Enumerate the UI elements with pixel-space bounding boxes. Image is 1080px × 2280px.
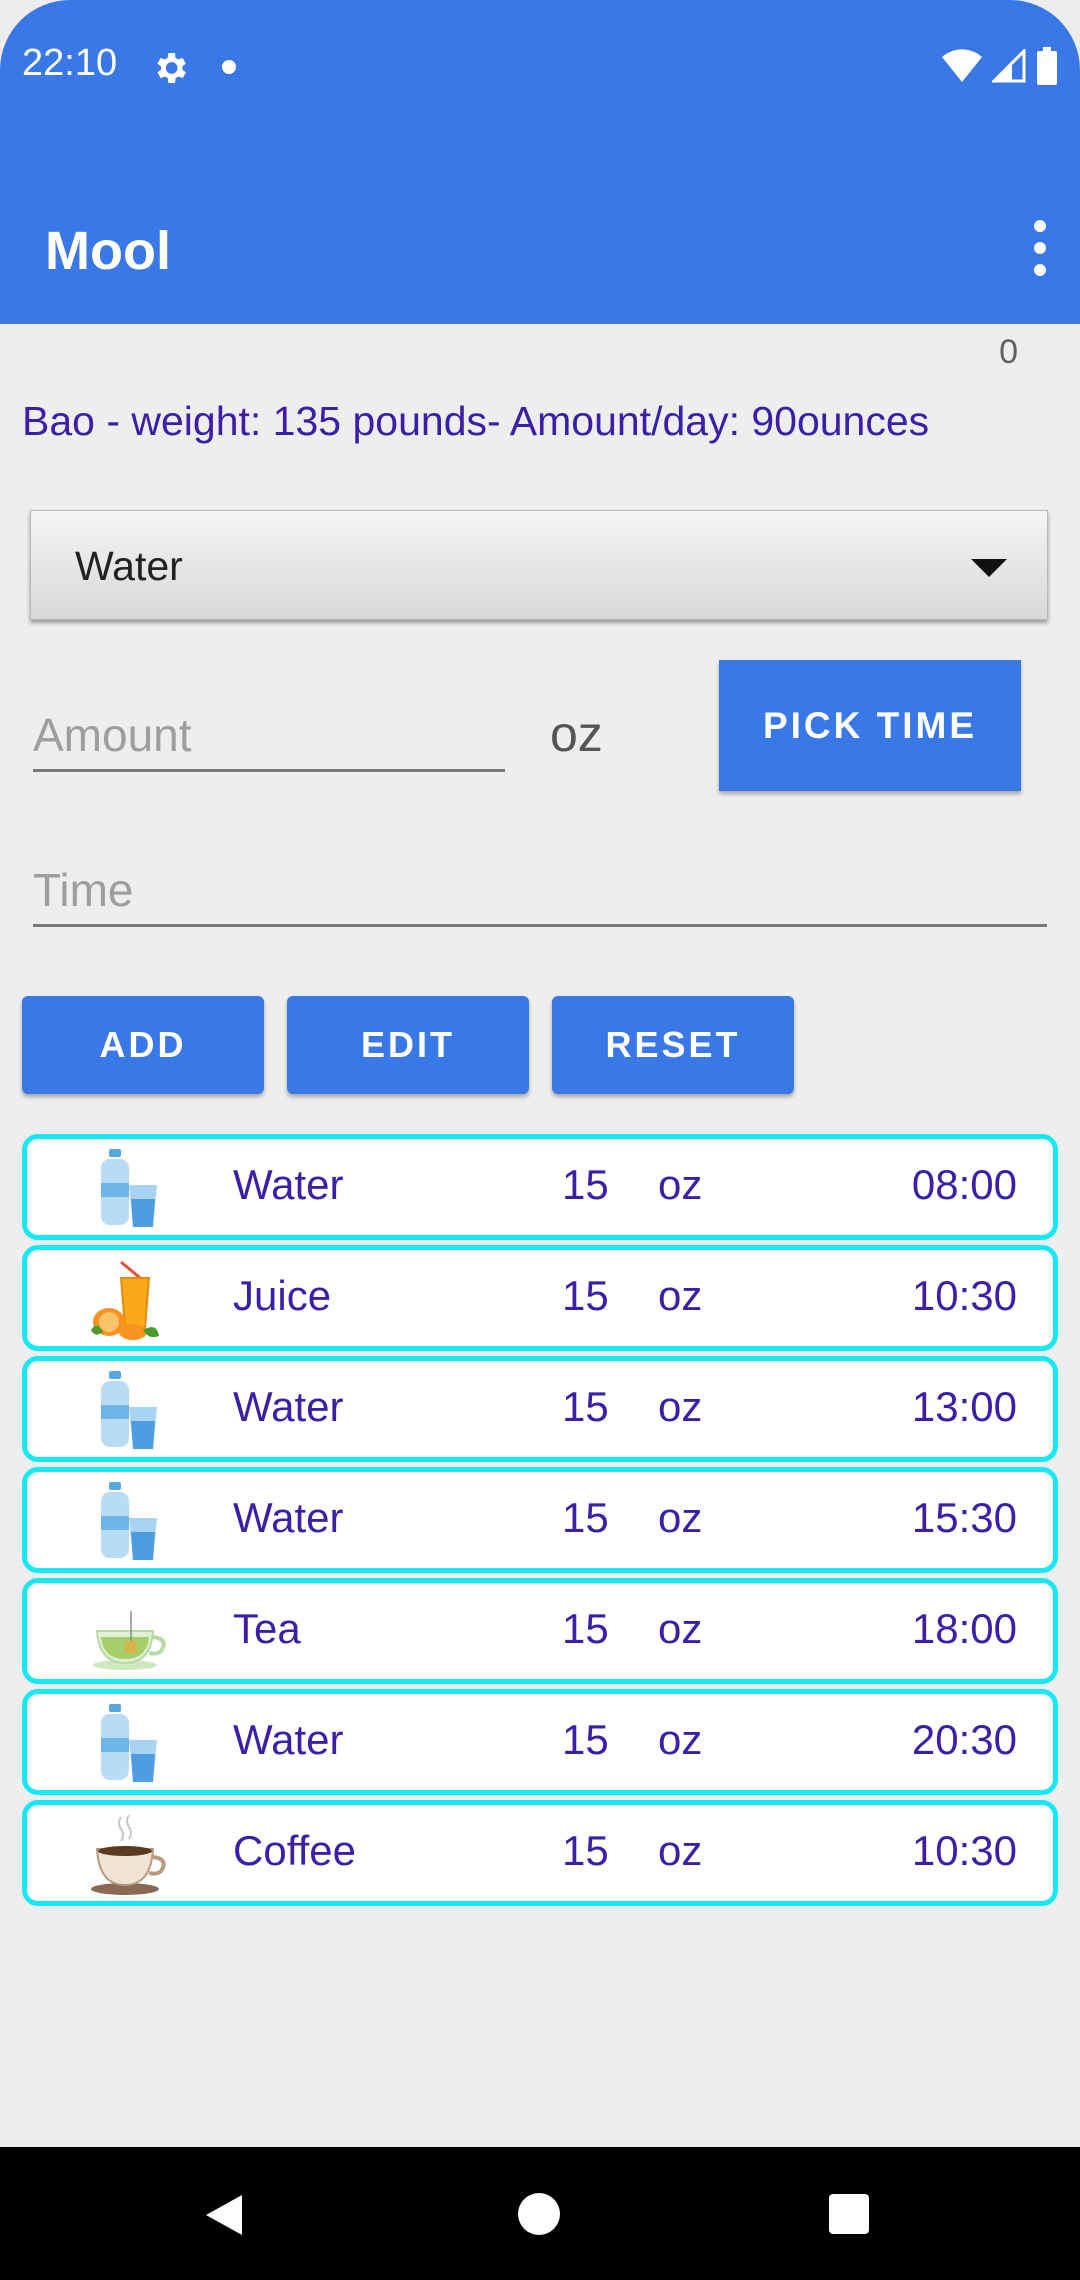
entry-unit: oz	[658, 1827, 703, 1874]
recents-icon[interactable]	[829, 2194, 869, 2234]
entry-drink: Water	[233, 1716, 344, 1763]
entry-amount: 15	[562, 1272, 609, 1319]
drink-type-dropdown[interactable]: Water	[30, 510, 1048, 620]
drink-entry-list: Water 15 oz 08:00 Juice 15 oz 10:30 Wate…	[22, 1134, 1058, 1911]
back-icon[interactable]	[204, 2193, 244, 2237]
coffee-cup-icon	[91, 1814, 166, 1895]
battery-icon	[1037, 47, 1057, 85]
list-item[interactable]: Coffee 15 oz 10:30	[22, 1800, 1058, 1906]
entry-drink: Water	[233, 1161, 344, 1208]
pick-time-button[interactable]: PICK TIME	[719, 660, 1021, 791]
list-item[interactable]: Water 15 oz 08:00	[22, 1134, 1058, 1240]
wifi-icon	[942, 49, 982, 82]
entry-time: 20:30	[911, 1716, 1017, 1763]
user-summary: Bao - weight: 135 pounds- Amount/day: 90…	[22, 398, 930, 444]
entry-time: 10:30	[911, 1827, 1017, 1874]
entry-time: 18:00	[911, 1605, 1017, 1652]
entry-drink: Water	[233, 1494, 344, 1541]
entry-drink: Water	[233, 1383, 344, 1430]
entry-time: 13:00	[911, 1383, 1017, 1430]
orange-juice-icon	[91, 1260, 159, 1340]
amount-input[interactable]	[33, 700, 505, 772]
time-input[interactable]	[33, 855, 1047, 927]
entry-unit: oz	[658, 1272, 703, 1319]
reset-button[interactable]: RESET	[552, 996, 794, 1094]
entry-drink: Coffee	[233, 1827, 356, 1874]
water-bottle-glass-icon	[101, 1704, 157, 1782]
entry-drink: Juice	[233, 1272, 332, 1319]
entry-unit: oz	[658, 1383, 703, 1430]
entry-unit: oz	[658, 1605, 703, 1652]
amount-unit-label: oz	[550, 706, 603, 762]
list-item[interactable]: Water 15 oz 20:30	[22, 1689, 1058, 1795]
list-item[interactable]: Water 15 oz 15:30	[22, 1467, 1058, 1573]
entry-amount: 15	[562, 1827, 609, 1874]
signal-icon	[992, 49, 1026, 83]
navigation-bar	[0, 2147, 1080, 2280]
entry-amount: 15	[562, 1383, 609, 1430]
list-item[interactable]: Tea 15 oz 18:00	[22, 1578, 1058, 1684]
entry-time: 15:30	[911, 1494, 1017, 1541]
status-time: 22:10	[22, 42, 118, 84]
add-button[interactable]: ADD	[22, 996, 264, 1094]
app-bar: Mool	[0, 136, 1080, 324]
more-vertical-icon[interactable]	[1030, 220, 1050, 276]
entry-amount: 15	[562, 1605, 609, 1652]
home-icon[interactable]	[518, 2193, 560, 2235]
water-bottle-glass-icon	[101, 1149, 157, 1227]
entry-amount: 15	[562, 1161, 609, 1208]
entry-unit: oz	[658, 1494, 703, 1541]
entry-time: 10:30	[911, 1272, 1017, 1319]
entry-unit: oz	[658, 1161, 703, 1208]
entry-time: 08:00	[911, 1161, 1017, 1208]
gear-icon	[157, 53, 186, 83]
status-icons	[942, 46, 1058, 86]
entry-amount: 15	[562, 1494, 609, 1541]
entry-drink: Tea	[233, 1605, 301, 1652]
water-bottle-glass-icon	[101, 1371, 157, 1449]
list-item[interactable]: Water 15 oz 13:00	[22, 1356, 1058, 1462]
dropdown-arrow-icon	[971, 559, 1007, 577]
tea-cup-icon	[93, 1611, 166, 1670]
notification-dot-icon	[222, 60, 236, 74]
edit-button[interactable]: EDIT	[287, 996, 529, 1094]
app-title: Mool	[45, 221, 171, 281]
status-bar: 22:10	[0, 0, 1080, 136]
entry-unit: oz	[658, 1716, 703, 1763]
drink-type-selected: Water	[75, 543, 183, 589]
water-bottle-glass-icon	[101, 1482, 157, 1560]
list-item[interactable]: Juice 15 oz 10:30	[22, 1245, 1058, 1351]
entry-amount: 15	[562, 1716, 609, 1763]
daily-counter: 0	[999, 333, 1018, 371]
